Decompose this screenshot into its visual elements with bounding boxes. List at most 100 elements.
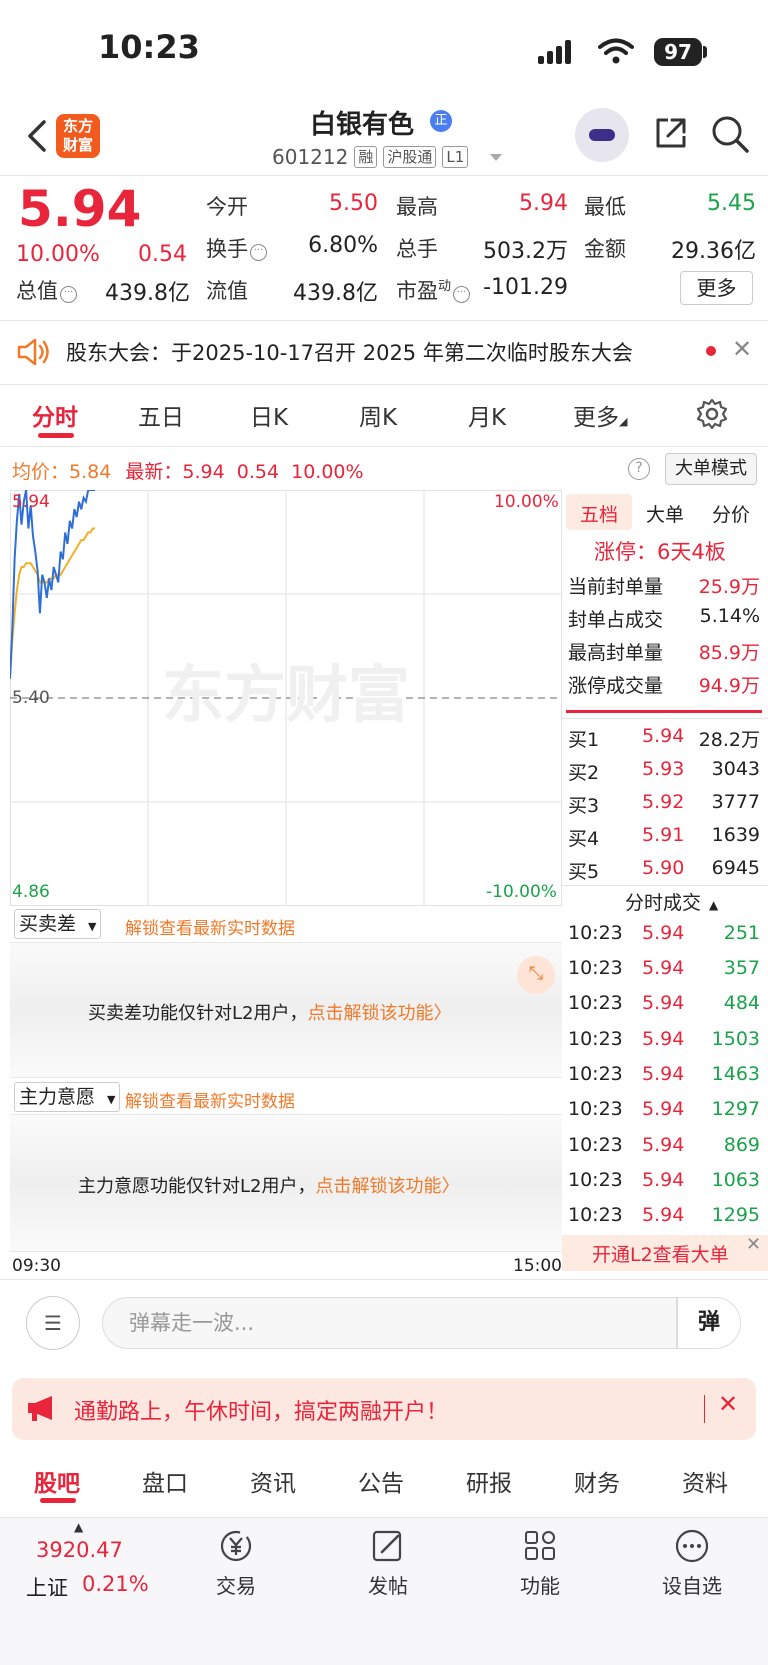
nav-trade[interactable]: 交易	[196, 1570, 276, 1599]
tab-announcements[interactable]: 公告	[358, 1464, 404, 1498]
corner-triangle-icon: ◢	[619, 415, 628, 428]
danmaku-settings-icon[interactable]: ☰	[26, 1296, 80, 1350]
trade-yen-icon[interactable]	[216, 1528, 256, 1564]
megaphone-icon	[28, 1396, 52, 1421]
tab-monthly-k[interactable]: 月K	[468, 398, 506, 432]
search-icon[interactable]	[710, 114, 750, 154]
big-order-mode-button[interactable]: 大单模式	[665, 453, 757, 485]
turnover-label: 换手 ···	[206, 233, 267, 263]
trade-price: 5.94	[642, 1063, 685, 1085]
shareholder-meeting-notice[interactable]: 股东大会：于2025-10-17召开 2025 年第二次临时股东大会	[66, 337, 633, 367]
speaker-icon	[17, 338, 49, 366]
tab-order-book[interactable]: 盘口	[142, 1464, 188, 1498]
stock-code-row[interactable]: 601212 融 沪股通 L1	[272, 145, 504, 169]
divider	[0, 320, 768, 321]
tab-big-orders[interactable]: 大单	[646, 500, 684, 527]
nav-post[interactable]: 发帖	[348, 1570, 428, 1599]
status-time: 10:23	[98, 28, 200, 66]
promo-text[interactable]: 通勤路上，午休时间，搞定两融开户！	[74, 1394, 448, 1426]
limit-up-streak: 涨停：6天4板	[594, 540, 726, 564]
expand-icon[interactable]: ⤡	[517, 956, 555, 994]
nav-functions[interactable]: 功能	[500, 1570, 580, 1599]
stat-value: 94.9万	[698, 675, 760, 697]
trade-volume: 1503	[711, 1028, 760, 1050]
unlock-hint[interactable]: 解锁查看最新实时数据	[125, 914, 295, 939]
unlock-link[interactable]: 点击解锁该功能〉	[315, 1176, 459, 1197]
tab-weekly-k[interactable]: 周K	[359, 398, 397, 432]
stock-name: 白银有色	[310, 110, 415, 140]
close-icon[interactable]: ✕	[718, 1390, 738, 1418]
axis-time-end: 15:00	[513, 1256, 562, 1276]
unlock-link[interactable]: 点击解锁该功能〉	[307, 1003, 451, 1024]
float-label: 流值	[206, 279, 248, 303]
indicator-select-spread[interactable]: 买卖差 ▼	[14, 909, 102, 939]
low-label: 最低	[584, 195, 626, 219]
mktcap-label-text: 总值	[16, 279, 58, 303]
index-name[interactable]: 上证	[26, 1572, 68, 1602]
share-icon[interactable]	[652, 114, 690, 152]
chevron-down-icon: ▼	[107, 1093, 116, 1106]
tab-daily-k[interactable]: 日K	[250, 398, 288, 432]
bid-volume: 6945	[711, 857, 760, 879]
add-watchlist-icon[interactable]	[672, 1528, 712, 1564]
dropdown-triangle-icon	[490, 154, 503, 161]
locked-message: 主力意愿功能仅针对L2用户，点击解锁该功能〉	[78, 1172, 459, 1198]
unread-dot	[706, 346, 716, 356]
stat-value: 5.14%	[699, 605, 760, 627]
nav-add-watchlist[interactable]: 设自选	[652, 1570, 732, 1599]
amount-value: 29.36亿	[671, 239, 756, 264]
settings-gear-icon[interactable]	[696, 398, 728, 430]
apps-grid-icon[interactable]	[520, 1528, 560, 1564]
high-label: 最高	[396, 195, 438, 219]
danmaku-toggle-button[interactable]: 弹	[677, 1297, 741, 1349]
trade-volume: 1063	[711, 1169, 760, 1191]
bid-price: 5.94	[642, 725, 685, 747]
stat-label: 涨停成交量	[568, 675, 664, 697]
close-icon[interactable]: ✕	[732, 335, 752, 363]
tab-price-distribution[interactable]: 分价	[712, 500, 750, 527]
tab-more[interactable]: 更多◢	[573, 398, 627, 432]
tab-intraday[interactable]: 分时	[32, 398, 78, 432]
divider	[0, 384, 768, 385]
mktcap-label: 总值 ···	[16, 275, 77, 305]
l2-upgrade-text[interactable]: 开通L2查看大单	[592, 1240, 729, 1267]
compose-icon[interactable]	[368, 1528, 408, 1564]
caret-up-icon: ▲	[709, 898, 719, 912]
high-value: 5.94	[519, 191, 568, 216]
trade-volume: 484	[723, 992, 760, 1014]
info-icon[interactable]: ···	[453, 286, 471, 303]
info-icon[interactable]: ···	[60, 286, 77, 303]
index-percent[interactable]: 0.21%	[82, 1572, 149, 1596]
trades-header[interactable]: 分时成交 ▲	[625, 888, 718, 915]
tab-financials[interactable]: 财务	[574, 1464, 620, 1498]
tab-five-levels[interactable]: 五档	[580, 500, 618, 527]
axis-top-percent: 10.00%	[494, 492, 559, 512]
index-value[interactable]: 3920.47	[36, 1538, 123, 1562]
close-icon[interactable]: ✕	[746, 1234, 761, 1255]
trade-time: 10:23	[568, 922, 623, 944]
help-icon[interactable]: ?	[628, 458, 650, 480]
bid-volume: 3777	[711, 791, 760, 813]
chevron-down-icon: ▼	[88, 920, 97, 933]
divider	[0, 1279, 768, 1280]
tab-forum[interactable]: 股吧	[34, 1464, 80, 1498]
more-stats-button[interactable]: 更多	[680, 271, 753, 305]
indicator-select-main-force[interactable]: 主力意愿 ▼	[14, 1082, 121, 1112]
caret-up-icon: ▲	[74, 1520, 84, 1534]
battery-indicator: 97	[654, 38, 702, 66]
intraday-chart[interactable]: 东方财富	[10, 490, 562, 906]
tab-news[interactable]: 资讯	[250, 1464, 296, 1498]
tab-research[interactable]: 研报	[466, 1464, 512, 1498]
latest-label: 最新：	[125, 461, 183, 483]
bid-label: 买3	[568, 795, 600, 817]
low-value: 5.45	[707, 191, 756, 216]
info-icon[interactable]: ···	[250, 244, 267, 261]
back-button[interactable]	[22, 116, 52, 156]
tab-five-day[interactable]: 五日	[138, 398, 184, 432]
tab-profile[interactable]: 资料	[682, 1464, 728, 1498]
trade-time: 10:23	[568, 1204, 623, 1226]
danmaku-input[interactable]: 弹幕走一波...	[102, 1297, 677, 1349]
chevron-left-icon	[28, 120, 46, 152]
unlock-hint[interactable]: 解锁查看最新实时数据	[125, 1087, 295, 1112]
status-badge: 正	[430, 110, 452, 132]
